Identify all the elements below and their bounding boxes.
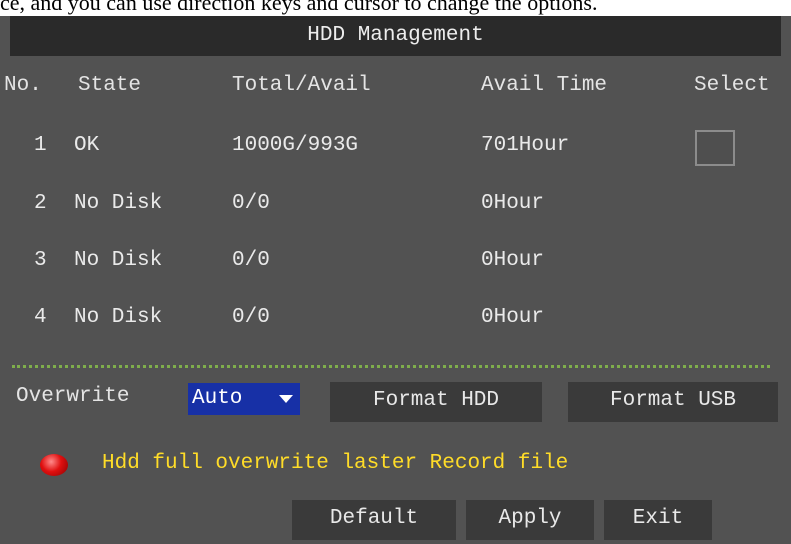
header-state: State bbox=[78, 74, 142, 97]
row-state: No Disk bbox=[74, 249, 163, 272]
row-total-avail: 1000G/993G bbox=[232, 134, 359, 157]
exit-button[interactable]: Exit bbox=[604, 500, 712, 540]
row-number: 3 bbox=[34, 249, 47, 272]
status-indicator-icon bbox=[40, 454, 68, 476]
row-state: OK bbox=[74, 134, 100, 157]
row-number: 4 bbox=[34, 306, 47, 329]
row-total-avail: 0/0 bbox=[232, 306, 270, 329]
header-no: No. bbox=[4, 74, 42, 97]
row-avail-time: 0Hour bbox=[481, 249, 545, 272]
section-divider bbox=[12, 365, 770, 368]
row-total-avail: 0/0 bbox=[232, 249, 270, 272]
hdd-management-dialog: HDD Management No. State Total/Avail Ava… bbox=[0, 16, 791, 544]
chevron-down-icon bbox=[279, 395, 293, 403]
instruction-caption: ce, and you can use direction keys and c… bbox=[0, 0, 598, 15]
format-hdd-button[interactable]: Format HDD bbox=[330, 382, 542, 422]
overwrite-value: Auto bbox=[192, 387, 243, 410]
row-state: No Disk bbox=[74, 306, 163, 329]
select-checkbox-disk-1[interactable] bbox=[695, 130, 735, 166]
dialog-title: HDD Management bbox=[10, 16, 781, 56]
row-total-avail: 0/0 bbox=[232, 192, 270, 215]
apply-button[interactable]: Apply bbox=[466, 500, 594, 540]
header-select: Select bbox=[694, 74, 770, 97]
default-button[interactable]: Default bbox=[292, 500, 456, 540]
row-state: No Disk bbox=[74, 192, 163, 215]
row-avail-time: 0Hour bbox=[481, 306, 545, 329]
overwrite-label: Overwrite bbox=[16, 385, 130, 408]
row-number: 1 bbox=[34, 134, 47, 157]
row-avail-time: 701Hour bbox=[481, 134, 570, 157]
header-total-avail: Total/Avail bbox=[232, 74, 371, 97]
format-usb-button[interactable]: Format USB bbox=[568, 382, 778, 422]
header-avail-time: Avail Time bbox=[481, 74, 608, 97]
status-message: Hdd full overwrite laster Record file bbox=[102, 452, 569, 475]
row-avail-time: 0Hour bbox=[481, 192, 545, 215]
row-number: 2 bbox=[34, 192, 47, 215]
overwrite-select[interactable]: Auto bbox=[188, 383, 300, 415]
